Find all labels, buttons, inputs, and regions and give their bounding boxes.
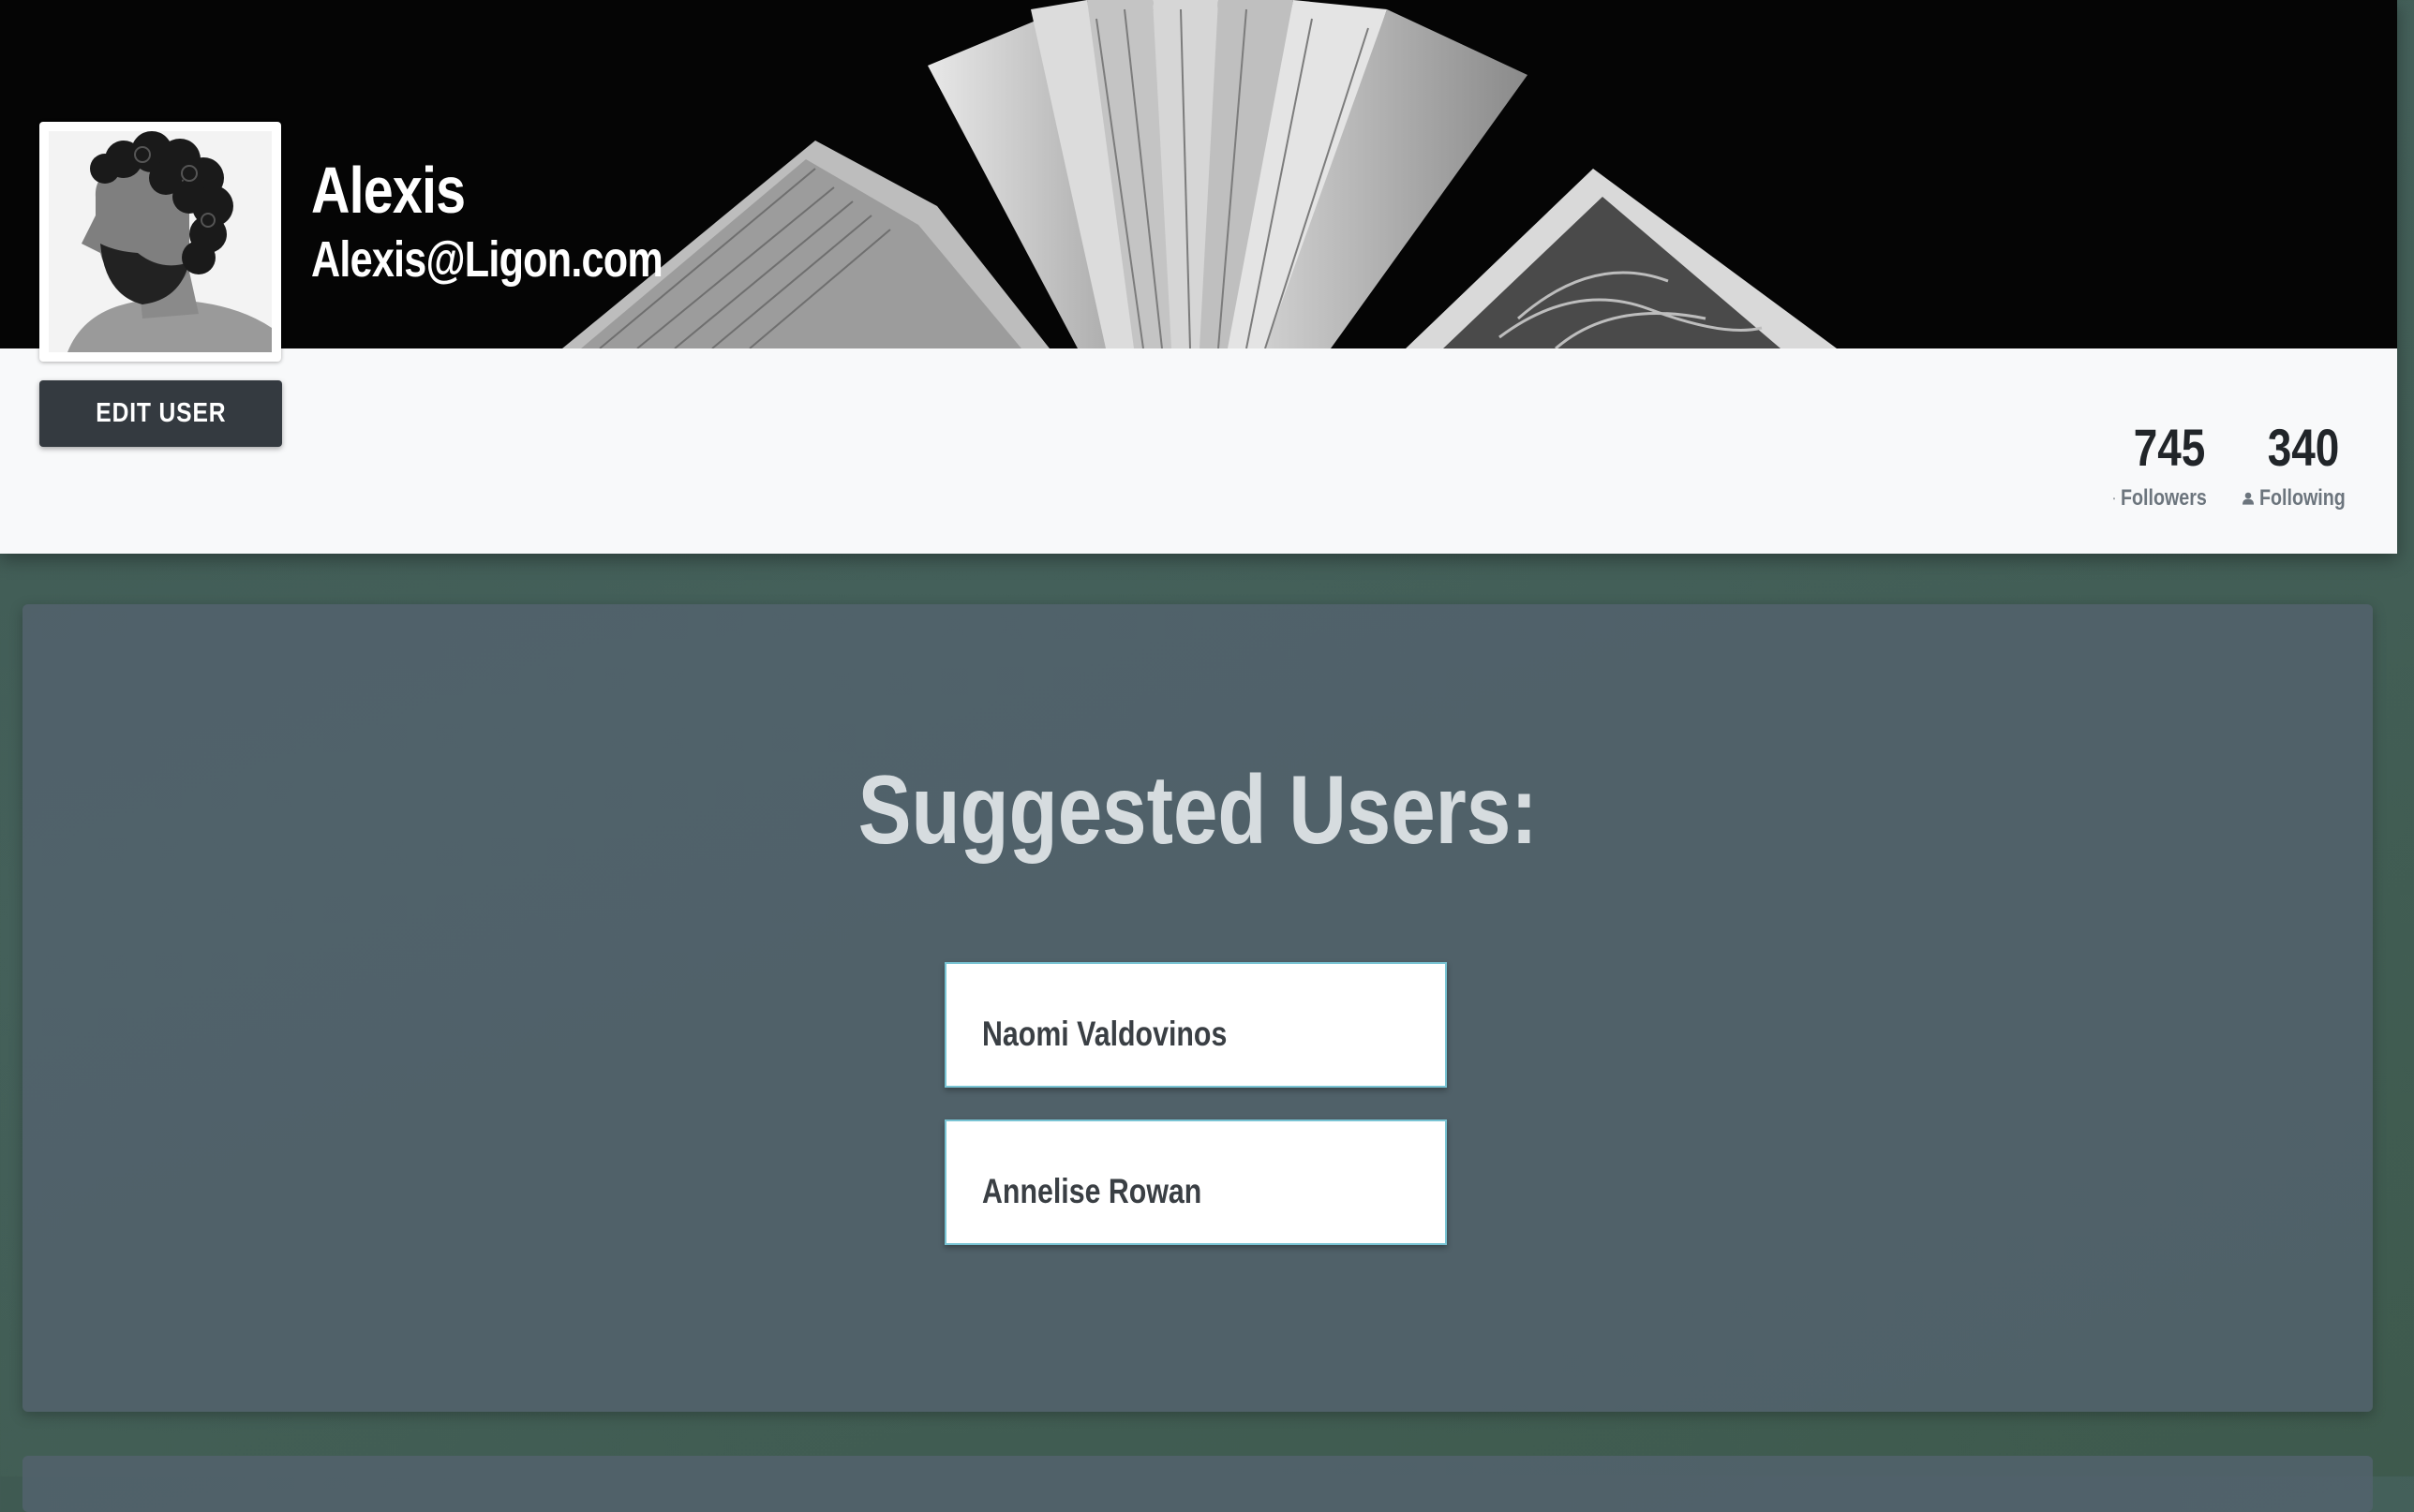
suggested-user-card[interactable]: Annelise Rowan — [945, 1119, 1447, 1245]
following-label: Following — [2259, 485, 2346, 511]
avatar-frame — [39, 122, 281, 362]
suggested-user-card[interactable]: Naomi Valdovinos — [945, 962, 1447, 1088]
suggested-user-name: Naomi Valdovinos — [982, 1015, 1228, 1053]
edit-user-button[interactable]: EDIT USER — [39, 380, 282, 447]
followers-stat[interactable]: 745 Followers — [2113, 418, 2226, 511]
following-stat[interactable]: 340 Following — [2243, 418, 2364, 511]
suggested-user-name: Annelise Rowan — [982, 1172, 1202, 1210]
user-email: Alexis@Ligon.com — [311, 231, 663, 288]
following-label-row: Following — [2243, 485, 2364, 511]
next-section-panel — [22, 1456, 2373, 1512]
user-name: Alexis — [311, 154, 466, 227]
person-icon — [2243, 492, 2255, 505]
followers-count: 745 — [2133, 418, 2206, 477]
person-icon — [2113, 497, 2115, 500]
profile-header: Alexis Alexis@Ligon.com EDIT USER 745 Fo… — [0, 0, 2397, 554]
profile-photo — [49, 131, 272, 352]
following-count: 340 — [2267, 418, 2340, 477]
avatar — [49, 131, 272, 352]
suggested-users-title-text: Suggested Users: — [857, 756, 1538, 865]
followers-label-row: Followers — [2113, 485, 2226, 511]
suggested-users-title: Suggested Users: — [22, 762, 2373, 859]
edit-user-button-label: EDIT USER — [95, 398, 227, 428]
suggested-users-panel: Suggested Users: Naomi Valdovinos Anneli… — [22, 604, 2373, 1412]
followers-label: Followers — [2120, 485, 2207, 511]
